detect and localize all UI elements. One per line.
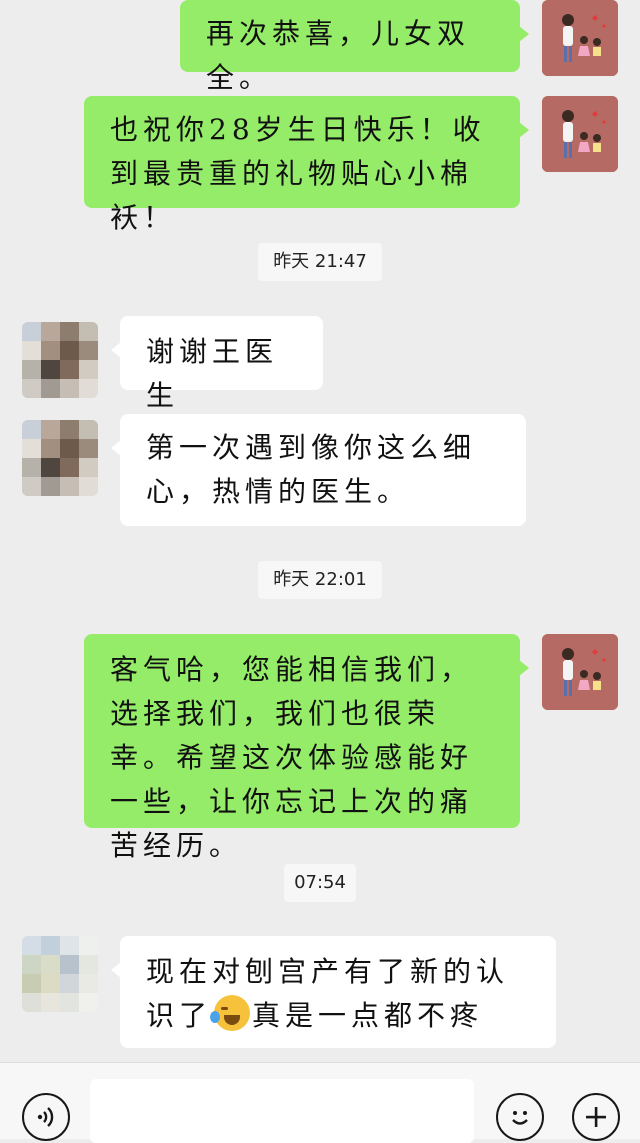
avatar-doctor[interactable] (542, 634, 618, 710)
timestamp: 07:54 (284, 864, 356, 902)
message-bubble-received[interactable]: 现在对刨宫产有了新的认识了 真是一点都不疼 (111, 936, 556, 1048)
family-illustration-icon (542, 96, 618, 172)
message-bubble-sent[interactable]: 客气哈，您能相信我们，选择我们，我们也很荣幸。希望这次体验感能好一些，让你忘记上… (84, 634, 529, 862)
chat-input-bar (0, 1062, 640, 1143)
pixelated-avatar-icon (22, 420, 98, 496)
crying-laughing-emoji-icon (210, 995, 251, 1031)
message-bubble-received[interactable]: 谢谢王医生 (111, 316, 323, 412)
family-illustration-icon (542, 0, 618, 76)
timestamp: 昨天 22:01 (258, 561, 382, 599)
family-illustration-icon (542, 634, 618, 710)
avatar-patient[interactable] (22, 936, 98, 1012)
message-bubble-sent[interactable]: 也祝你28岁生日快乐！收到最贵重的礼物贴心小棉袄！ (84, 96, 529, 234)
message-bubble-sent[interactable]: 再次恭喜，儿女双全。 (180, 0, 529, 94)
voice-icon (37, 1107, 54, 1127)
plus-icon (586, 1107, 606, 1127)
chat-area[interactable]: 再次恭喜，儿女双全。 也祝你28岁生日快乐！收到最贵重的礼物贴心小棉袄！ 昨天 … (0, 0, 640, 1062)
plus-button[interactable] (572, 1093, 620, 1141)
timestamp: 昨天 21:47 (258, 243, 382, 281)
emoji-button[interactable] (496, 1093, 544, 1141)
voice-button[interactable] (22, 1093, 70, 1141)
emoji-icon (512, 1111, 528, 1125)
message-bubble-received[interactable]: 第一次遇到像你这么细心，热情的医生。 (111, 414, 526, 526)
pixelated-avatar-icon (22, 936, 98, 1012)
avatar-patient[interactable] (22, 420, 98, 496)
avatar-doctor[interactable] (542, 0, 618, 76)
message-input[interactable] (90, 1079, 474, 1143)
avatar-doctor[interactable] (542, 96, 618, 172)
pixelated-avatar-icon (22, 322, 98, 398)
message-text: 真是一点都不疼 (252, 999, 484, 1032)
avatar-patient[interactable] (22, 322, 98, 398)
